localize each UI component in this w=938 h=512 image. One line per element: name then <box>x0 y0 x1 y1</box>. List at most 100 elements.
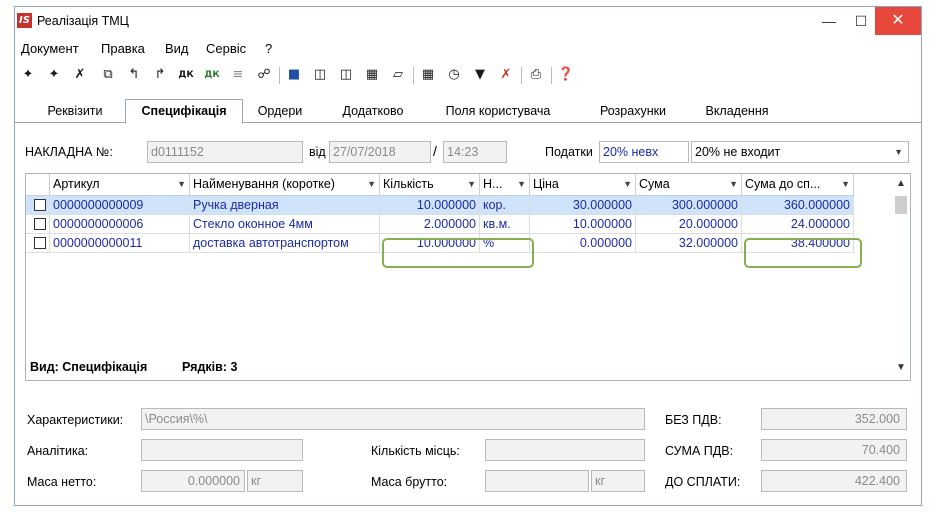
date-separator: / <box>433 143 437 159</box>
total-cell[interactable]: 360.000000 <box>742 196 854 215</box>
toolbar-separator <box>551 67 552 84</box>
column-header-sum[interactable]: Сума ▼ <box>636 174 742 196</box>
book-open-icon[interactable]: ◫ <box>337 66 355 84</box>
column-header-label: Сума до сп... <box>745 177 821 191</box>
chevron-down-icon[interactable]: ▼ <box>729 174 738 195</box>
row-checkbox[interactable] <box>34 237 46 249</box>
chevron-up-icon[interactable]: ▲ <box>896 178 906 189</box>
chevron-down-icon[interactable]: ▼ <box>467 174 476 195</box>
price-cell[interactable]: 30.000000 <box>530 196 636 215</box>
chevron-down-icon[interactable]: ▼ <box>841 174 850 195</box>
analytics-field[interactable] <box>141 439 303 461</box>
menu-help[interactable]: ? <box>265 41 272 56</box>
tree-edit-icon[interactable]: ▦ <box>363 66 381 84</box>
time-field[interactable]: 14:23 <box>443 141 507 163</box>
maximize-button[interactable]: ☐ <box>845 7 877 35</box>
unit-cell[interactable]: кв.м. <box>480 215 530 234</box>
article-cell[interactable]: 0000000000006 <box>50 215 190 234</box>
book-icon[interactable]: ◫ <box>311 66 329 84</box>
gross-weight-field[interactable] <box>485 470 589 492</box>
tab-additional[interactable]: Додатково <box>331 102 415 123</box>
to-pay-field: 422.400 <box>761 470 907 492</box>
chevron-down-icon[interactable]: ▼ <box>896 362 906 373</box>
to-pay-label: ДО СПЛАТИ: <box>665 475 741 489</box>
hierarchy-icon[interactable]: ▱ <box>389 66 407 84</box>
menu-view[interactable]: Вид <box>165 41 189 56</box>
vertical-scrollbar[interactable]: ▲ ▼ <box>892 174 910 380</box>
table-row[interactable]: 0000000000006 Стекло оконное 4мм 2.00000… <box>26 215 886 234</box>
chevron-down-icon[interactable]: ▼ <box>367 174 376 195</box>
price-cell[interactable]: 0.000000 <box>530 234 636 253</box>
row-checkbox[interactable] <box>34 199 46 211</box>
invoice-number-field[interactable]: d0111152 <box>147 141 303 163</box>
places-count-field[interactable] <box>485 439 645 461</box>
delete-doc-icon[interactable]: ✗ <box>71 66 89 84</box>
article-cell[interactable]: 0000000000009 <box>50 196 190 215</box>
table-icon[interactable]: ▦ <box>419 66 437 84</box>
column-header-article[interactable]: Артикул ▼ <box>50 174 190 196</box>
article-cell[interactable]: 0000000000011 <box>50 234 190 253</box>
total-cell[interactable]: 24.000000 <box>742 215 854 234</box>
print-icon[interactable]: ⎙ <box>527 66 545 84</box>
name-cell[interactable]: доставка автотранспортом <box>190 234 380 253</box>
column-header-total[interactable]: Сума до сп... ▼ <box>742 174 854 196</box>
tab-requisites[interactable]: Реквізити <box>35 102 115 123</box>
minimize-button[interactable]: — <box>813 7 845 35</box>
calc-icon[interactable]: ≡ <box>229 66 247 84</box>
name-cell[interactable]: Ручка дверная <box>190 196 380 215</box>
chevron-down-icon[interactable]: ▼ <box>177 174 186 195</box>
tax-code-field[interactable]: 20% невх <box>599 141 689 163</box>
name-cell[interactable]: Стекло оконное 4мм <box>190 215 380 234</box>
column-header-name[interactable]: Найменування (коротке) ▼ <box>190 174 380 196</box>
duplicate-icon[interactable]: ⧉ <box>99 66 117 84</box>
column-header-label: Артикул <box>53 177 100 191</box>
unit-cell[interactable]: кор. <box>480 196 530 215</box>
tab-user-fields[interactable]: Поля користувача <box>433 102 563 123</box>
toolbar-separator <box>413 67 414 84</box>
tab-specification[interactable]: Специфікація <box>125 99 243 124</box>
table-row[interactable]: 0000000000009 Ручка дверная 10.000000 ко… <box>26 196 886 215</box>
paste-icon[interactable]: ↱ <box>151 66 169 84</box>
clock-icon[interactable]: ◷ <box>445 66 463 84</box>
chevron-down-icon[interactable]: ▼ <box>894 142 903 162</box>
gross-weight-label: Маса брутто: <box>371 475 448 489</box>
column-header-price[interactable]: Ціна ▼ <box>530 174 636 196</box>
new-doc-icon[interactable]: ✦ <box>19 66 37 84</box>
link-icon[interactable]: ☍ <box>255 66 273 84</box>
tax-name-value: 20% не входит <box>695 145 781 159</box>
quantity-cell[interactable]: 10.000000 <box>380 196 480 215</box>
menu-service[interactable]: Сервіс <box>206 41 246 56</box>
scroll-thumb[interactable] <box>895 196 907 214</box>
sum-cell[interactable]: 20.000000 <box>636 215 742 234</box>
close-button[interactable]: ✕ <box>875 7 921 35</box>
insert-icon[interactable]: ↰ <box>125 66 143 84</box>
clear-filter-icon[interactable]: ✗ <box>497 66 515 84</box>
date-field[interactable]: 27/07/2018 <box>329 141 431 163</box>
characteristics-field[interactable]: \Россия\%\ <box>141 408 645 430</box>
row-checkbox[interactable] <box>34 218 46 230</box>
sum-cell[interactable]: 300.000000 <box>636 196 742 215</box>
tab-bar: Реквізити Специфікація Ордери Додатково … <box>15 99 921 124</box>
copy-doc-icon[interactable]: ✦ <box>45 66 63 84</box>
no-vat-label: БЕЗ ПДВ: <box>665 413 722 427</box>
column-header-quantity[interactable]: Кількість ▼ <box>380 174 480 196</box>
help-icon[interactable]: ❓ <box>557 66 575 84</box>
chevron-down-icon[interactable]: ▼ <box>517 174 526 195</box>
price-cell[interactable]: 10.000000 <box>530 215 636 234</box>
column-header-unit[interactable]: Н... ▼ <box>480 174 530 196</box>
vat-sum-field: 70.400 <box>761 439 907 461</box>
filter-icon[interactable]: ▼ <box>471 66 489 84</box>
menu-edit[interactable]: Правка <box>101 41 145 56</box>
chevron-down-icon[interactable]: ▼ <box>623 174 632 195</box>
net-weight-field[interactable]: 0.000000 <box>141 470 245 492</box>
dk-alt-icon[interactable]: ДК <box>203 66 221 84</box>
tax-name-select[interactable]: 20% не входит ▼ <box>691 141 909 163</box>
quantity-cell[interactable]: 2.000000 <box>380 215 480 234</box>
save-icon[interactable]: ■ <box>285 66 303 84</box>
sum-cell[interactable]: 32.000000 <box>636 234 742 253</box>
dk-icon[interactable]: ДК <box>177 66 195 84</box>
tab-orders[interactable]: Ордери <box>247 102 313 123</box>
menu-document[interactable]: Документ <box>21 41 79 56</box>
tab-attachments[interactable]: Вкладення <box>695 102 779 123</box>
tab-calculations[interactable]: Розрахунки <box>585 102 681 123</box>
